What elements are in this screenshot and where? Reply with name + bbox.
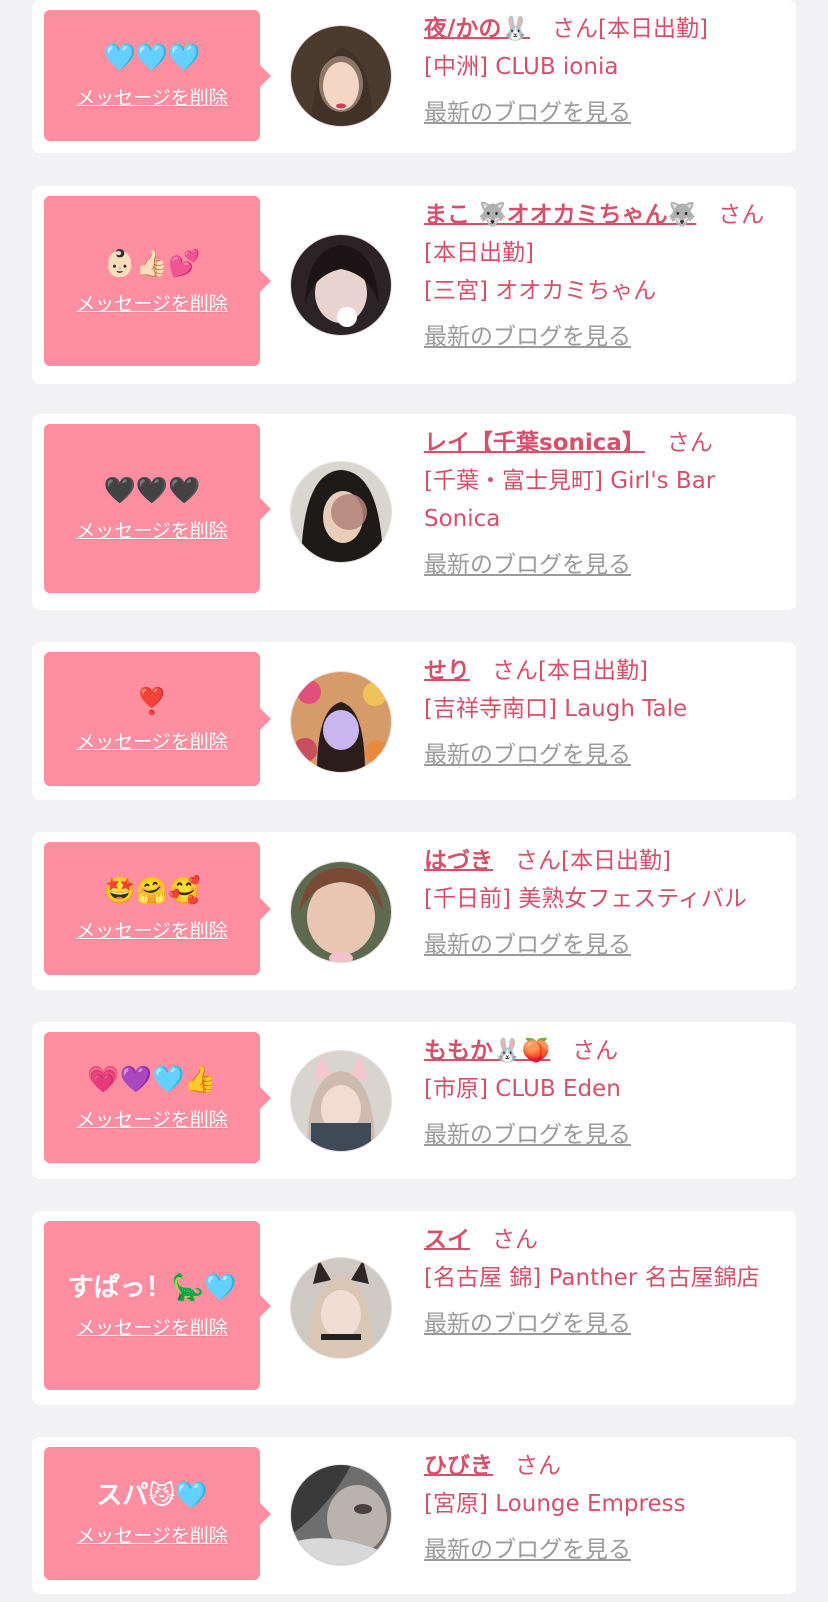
shop-label: [吉祥寺南口] Laugh Tale [424, 696, 688, 722]
delete-message-link[interactable]: メッセージを削除 [76, 727, 228, 754]
honorific: さん [515, 848, 561, 874]
message-text: ❣️ [135, 686, 169, 717]
user-name-link[interactable]: 夜/かの🐰 [424, 16, 530, 42]
honorific: さん [552, 16, 599, 42]
latest-blog-link[interactable]: 最新のブログを見る [424, 546, 631, 584]
honorific: さん [515, 1453, 561, 1479]
shop-label: [市原] CLUB Eden [424, 1076, 621, 1102]
avatar[interactable] [291, 1465, 391, 1565]
user-name-link[interactable]: レイ【千葉sonica】 [424, 430, 645, 456]
list-item: 🤩🤗🥰 メッセージを削除 はづき さん[本日出勤] [千日前] 美熟女フェスティバ… [32, 832, 796, 990]
honorific: さん [492, 1227, 538, 1253]
message-text: スパ😼🩵 [96, 1481, 208, 1511]
delete-message-link[interactable]: メッセージを削除 [76, 516, 228, 543]
entry-info: せり さん[本日出勤] [吉祥寺南口] Laugh Tale 最新のブログを見る [424, 652, 782, 774]
message-text: 🖤🖤🖤 [103, 476, 201, 506]
message-list: 🩵🩵🩵 メッセージを削除 夜/かの🐰 さん[本日出勤] [中洲] CLUB ion… [0, 0, 828, 1602]
message-bubble: 💗💜🩵👍 メッセージを削除 [44, 1032, 271, 1163]
message-bubble: すぱっ！🦕🩵 メッセージを削除 [44, 1221, 271, 1390]
latest-blog-link[interactable]: 最新のブログを見る [424, 318, 631, 356]
shop-label: [名古屋 錦] Panther 名古屋錦店 [424, 1265, 760, 1291]
honorific: さん [718, 202, 765, 228]
avatar[interactable] [291, 862, 391, 962]
message-bubble: ❣️ メッセージを削除 [44, 652, 271, 786]
entry-info: レイ【千葉sonica】 さん [千葉・富士見町] Girl's Bar Soni… [424, 424, 782, 584]
delete-message-link[interactable]: メッセージを削除 [76, 289, 228, 316]
list-item: スパ😼🩵 メッセージを削除 ひびき さん [宮原] Lounge Empress … [32, 1437, 796, 1594]
shop-label: [中洲] CLUB ionia [424, 54, 619, 80]
entry-info: ももか🐰🍑 さん [市原] CLUB Eden 最新のブログを見る [424, 1032, 782, 1154]
message-text: すぱっ！🦕🩵 [67, 1273, 237, 1303]
delete-message-link[interactable]: メッセージを削除 [76, 83, 228, 110]
list-item: 👶🏻👍🏻💕 メッセージを削除 まこ 🐺オオカミちゃん🐺 さん [本日出勤] [三宮]… [32, 186, 796, 384]
list-item: 💗💜🩵👍 メッセージを削除 ももか🐰🍑 さん [市原] CLUB Eden 最新の… [32, 1022, 796, 1179]
message-bubble: 🖤🖤🖤 メッセージを削除 [44, 424, 271, 593]
attendance-status: [本日出勤] [538, 658, 648, 684]
honorific: さん [666, 430, 713, 456]
shop-label: [宮原] Lounge Empress [424, 1491, 686, 1517]
avatar[interactable] [291, 462, 391, 562]
user-name-link[interactable]: スイ [424, 1227, 470, 1253]
entry-info: まこ 🐺オオカミちゃん🐺 さん [本日出勤] [三宮] オオカミちゃん 最新のブログ… [424, 196, 782, 356]
entry-info: ひびき さん [宮原] Lounge Empress 最新のブログを見る [424, 1447, 782, 1569]
latest-blog-link[interactable]: 最新のブログを見る [424, 1531, 631, 1569]
avatar[interactable] [291, 1258, 391, 1358]
user-name-link[interactable]: まこ 🐺オオカミちゃん🐺 [424, 202, 696, 228]
delete-message-link[interactable]: メッセージを削除 [76, 1313, 228, 1340]
shop-label: [千葉・富士見町] Girl's Bar Sonica [424, 468, 716, 532]
user-name-link[interactable]: ももか🐰🍑 [424, 1038, 550, 1064]
latest-blog-link[interactable]: 最新のブログを見る [424, 736, 631, 774]
avatar[interactable] [291, 26, 391, 126]
entry-info: スイ さん [名古屋 錦] Panther 名古屋錦店 最新のブログを見る [424, 1221, 782, 1343]
user-name-link[interactable]: ひびき [424, 1453, 493, 1479]
message-bubble: 👶🏻👍🏻💕 メッセージを削除 [44, 196, 271, 366]
user-name-link[interactable]: せり [424, 658, 470, 684]
honorific: さん [572, 1038, 619, 1064]
message-text: 🤩🤗🥰 [103, 876, 201, 906]
latest-blog-link[interactable]: 最新のブログを見る [424, 1305, 631, 1343]
message-bubble: スパ😼🩵 メッセージを削除 [44, 1447, 271, 1580]
user-name-link[interactable]: はづき [424, 848, 493, 874]
attendance-status: [本日出勤] [424, 240, 534, 266]
message-bubble: 🩵🩵🩵 メッセージを削除 [44, 10, 271, 141]
shop-label: [千日前] 美熟女フェスティバル [424, 886, 747, 912]
list-item: すぱっ！🦕🩵 メッセージを削除 スイ さん [名古屋 錦] Panther 名古屋… [32, 1211, 796, 1405]
list-item: 🩵🩵🩵 メッセージを削除 夜/かの🐰 さん[本日出勤] [中洲] CLUB ion… [32, 0, 796, 153]
delete-message-link[interactable]: メッセージを削除 [76, 1105, 228, 1132]
shop-label: [三宮] オオカミちゃん [424, 278, 657, 304]
avatar[interactable] [291, 235, 391, 335]
latest-blog-link[interactable]: 最新のブログを見る [424, 926, 631, 964]
honorific: さん [492, 658, 538, 684]
message-text: 🩵🩵🩵 [103, 43, 201, 73]
attendance-status: [本日出勤] [598, 16, 708, 42]
delete-message-link[interactable]: メッセージを削除 [76, 916, 228, 943]
latest-blog-link[interactable]: 最新のブログを見る [424, 1116, 631, 1154]
avatar[interactable] [291, 1051, 391, 1151]
delete-message-link[interactable]: メッセージを削除 [76, 1521, 228, 1548]
message-text: 💗💜🩵👍 [87, 1065, 217, 1095]
entry-info: はづき さん[本日出勤] [千日前] 美熟女フェスティバル 最新のブログを見る [424, 842, 782, 964]
entry-info: 夜/かの🐰 さん[本日出勤] [中洲] CLUB ionia 最新のブログを見る [424, 10, 782, 132]
latest-blog-link[interactable]: 最新のブログを見る [424, 94, 631, 132]
list-item: 🖤🖤🖤 メッセージを削除 レイ【千葉sonica】 さん [千葉・富士見町] Gi… [32, 414, 796, 610]
message-bubble: 🤩🤗🥰 メッセージを削除 [44, 842, 271, 975]
avatar[interactable] [291, 672, 391, 772]
message-text: 👶🏻👍🏻💕 [103, 248, 201, 279]
attendance-status: [本日出勤] [561, 848, 671, 874]
list-item: ❣️ メッセージを削除 せり さん[本日出勤] [吉祥寺南口] Laugh Tal… [32, 642, 796, 800]
